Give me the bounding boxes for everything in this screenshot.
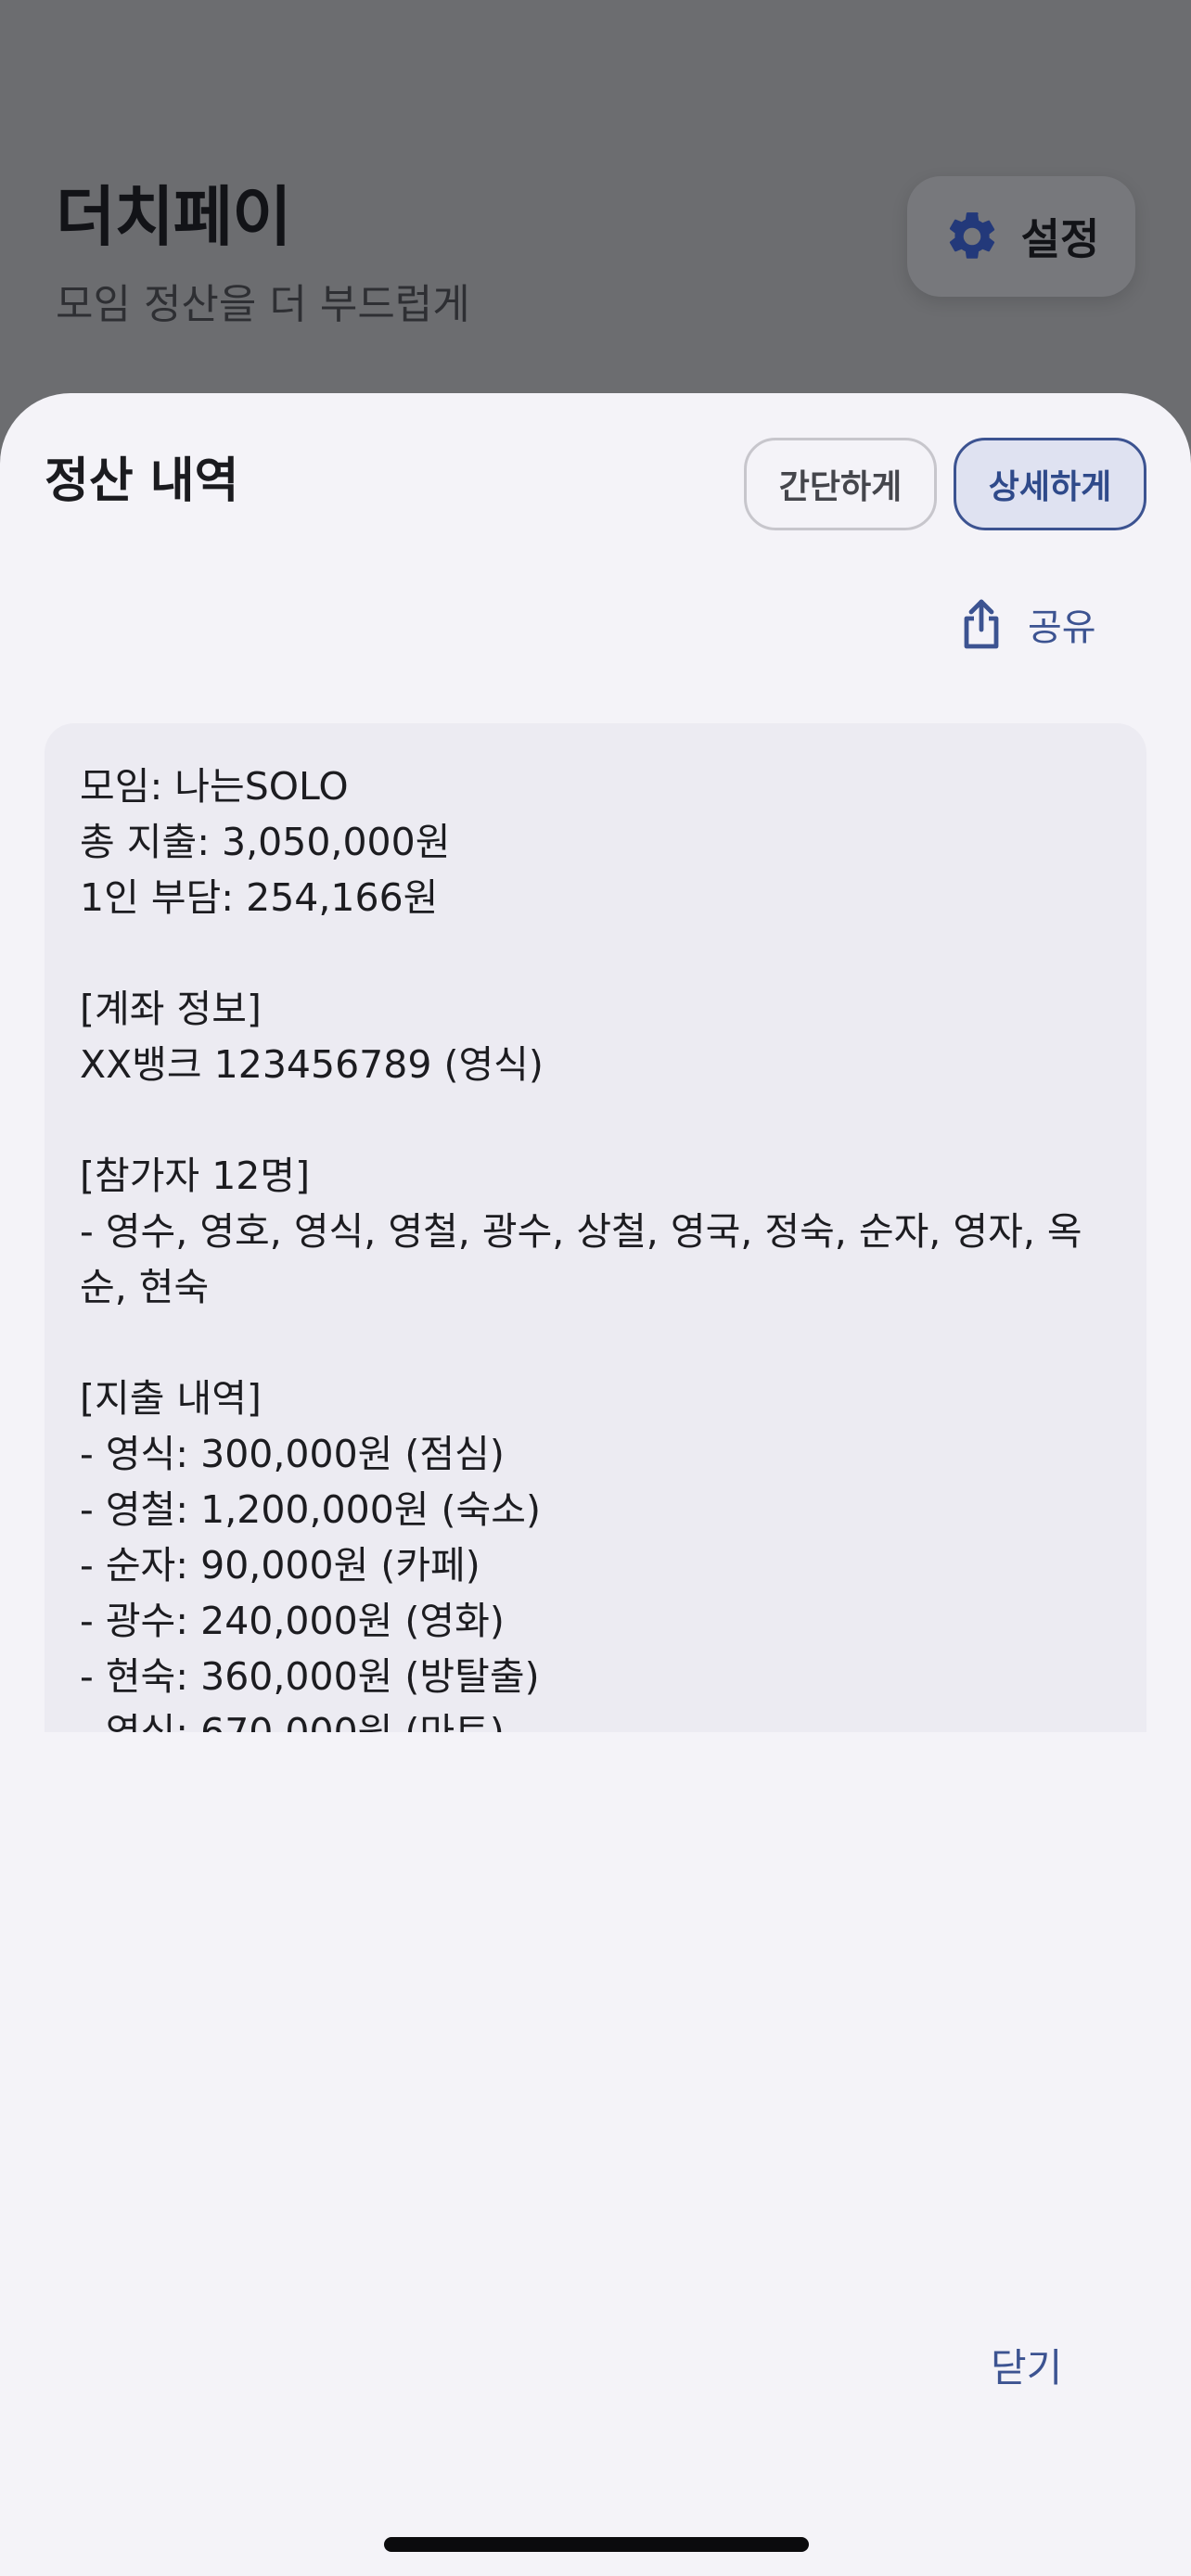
share-icon	[964, 599, 999, 649]
settlement-detail-scroll[interactable]: 모임: 나는SOLO 총 지출: 3,050,000원 1인 부담: 254,1…	[45, 723, 1146, 1732]
home-indicator	[384, 2537, 809, 2552]
gear-icon	[949, 212, 994, 259]
app-subtitle: 모임 정산을 더 부드럽게	[56, 281, 470, 328]
app-title: 더치페이	[56, 179, 292, 255]
sheet-title: 정산 내역	[45, 453, 239, 509]
settlement-detail-text: 모임: 나는SOLO 총 지출: 3,050,000원 1인 부담: 254,1…	[80, 764, 1082, 1732]
share-label: 공유	[1028, 606, 1096, 649]
close-button[interactable]: 닫기	[991, 2337, 1062, 2393]
settlement-sheet: 정산 내역 간단하게 상세하게 공유 모임: 나는SOLO 총 지출: 3,05…	[0, 393, 1191, 2576]
share-button[interactable]: 공유	[961, 597, 1096, 651]
settings-button[interactable]: 설정	[907, 176, 1135, 297]
mode-detail-button[interactable]: 상세하게	[954, 438, 1146, 530]
mode-simple-button[interactable]: 간단하게	[744, 438, 937, 530]
settings-label: 설정	[1020, 214, 1100, 264]
